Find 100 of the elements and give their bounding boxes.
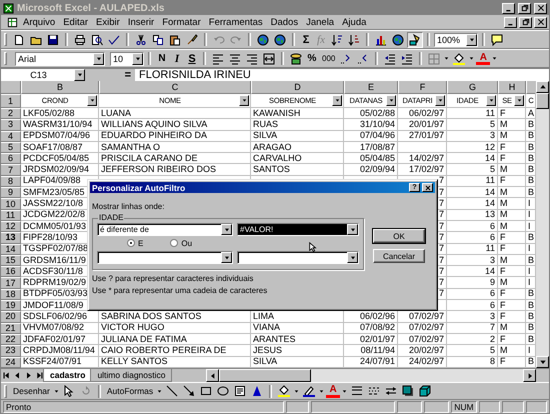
name-box[interactable]: C13 [1,69,85,81]
row-header[interactable]: 24 [1,356,21,368]
row-header[interactable]: 10 [1,198,21,210]
radio-button[interactable] [127,239,135,247]
row-header[interactable]: 16 [1,266,21,278]
row-header[interactable]: 20 [1,311,21,323]
vertical-scrollbar[interactable] [535,81,549,368]
help-icon[interactable] [489,32,505,48]
row-header[interactable]: 7 [1,164,21,176]
filter-dropdown-button[interactable] [514,95,524,106]
globe-icon[interactable] [272,32,288,48]
sheet-tab[interactable]: cadastro [43,369,92,382]
filter-dropdown-button[interactable] [87,95,97,106]
paint-bucket-icon[interactable] [451,50,468,66]
radio-label[interactable]: E [138,238,144,248]
row-header[interactable]: 18 [1,288,21,300]
restore-button[interactable] [518,2,531,14]
arrow-left-icon[interactable] [13,371,22,380]
percent-button[interactable]: % [305,51,319,66]
scroll-thumb[interactable] [219,369,312,382]
filter-dropdown-button[interactable] [486,95,496,106]
draw-menu-button[interactable]: Desenhar [11,384,52,398]
shapes-icon[interactable] [407,32,423,48]
row-header[interactable]: 13 [1,232,21,244]
row-header[interactable]: 17 [1,277,21,289]
value-dropdown[interactable]: #VALOR! [237,223,359,236]
row-header[interactable]: 4 [1,130,21,142]
restore-button[interactable] [519,16,532,28]
column-header[interactable]: H [498,81,526,94]
row-header[interactable]: 6 [1,153,21,164]
row-header[interactable]: 2 [1,108,21,120]
filter-dropdown-button[interactable] [239,95,249,106]
workbook-icon[interactable] [7,16,18,28]
globe-icon[interactable] [390,32,406,48]
row-header[interactable]: 21 [1,322,21,334]
menu-item[interactable]: Ajuda [339,16,370,28]
cancel-button[interactable]: Cancelar [373,249,425,263]
font-size-dropdown[interactable]: 10 [110,52,144,66]
row-header[interactable]: 19 [1,300,21,312]
menu-item[interactable]: Formatar [159,16,204,28]
close-button[interactable] [534,16,547,28]
sheet-tab[interactable]: ultimo diagnostico [90,369,172,382]
merge-center-icon[interactable] [261,50,277,66]
column-header[interactable]: B [21,81,99,94]
column-header[interactable]: F [398,81,447,94]
autosum-button[interactable]: Σ [299,32,313,47]
menu-item[interactable]: Arquivo [20,16,58,28]
row-header[interactable]: 1 [1,94,21,108]
row-header[interactable]: 15 [1,254,21,266]
column-header[interactable]: C [99,81,251,94]
font-color-button[interactable]: A [476,52,490,65]
operator-dropdown[interactable]: é diferente de [97,223,233,236]
bold-button[interactable]: N [155,51,169,66]
operator-dropdown[interactable] [97,251,233,264]
arrow-left-icon[interactable] [208,372,217,380]
menu-item[interactable]: Dados [268,16,302,28]
underline-button[interactable]: S [185,51,199,66]
menu-item[interactable]: Ferramentas [206,16,266,28]
row-header[interactable]: 5 [1,142,21,154]
globe-icon[interactable] [255,32,271,48]
ok-button[interactable]: OK [373,229,425,243]
row-header[interactable]: 23 [1,345,21,357]
arrow-up-icon[interactable] [538,83,546,91]
row-header[interactable]: 12 [1,220,21,232]
autoshapes-menu-button[interactable]: AutoFormas [104,384,156,398]
row-header[interactable]: 22 [1,334,21,346]
row-header[interactable]: 11 [1,210,21,221]
close-button[interactable] [534,2,547,14]
formula-field[interactable]: FLORISNILDA IRINEU [135,69,549,81]
arrow-right-icon[interactable] [24,371,33,380]
row-header[interactable]: 8 [1,176,21,188]
close-button[interactable] [422,183,433,192]
coins-icon[interactable] [288,50,304,66]
menu-item[interactable]: Editar [60,16,92,28]
arrow-right-icon[interactable] [526,372,534,380]
minimize-button[interactable] [504,16,517,28]
arrow-down-icon[interactable] [538,358,546,366]
radio-button[interactable] [170,239,178,247]
scroll-thumb[interactable] [536,93,549,109]
filter-dropdown-button[interactable] [332,95,342,106]
first-arrow-icon[interactable] [2,371,11,380]
zoom-dropdown[interactable]: 100% [434,32,478,46]
row-header[interactable]: 9 [1,187,21,198]
row-header[interactable]: 14 [1,244,21,255]
font-color-button[interactable]: A [326,384,340,398]
menu-item[interactable]: Exibir [93,16,123,28]
menu-item[interactable]: Inserir [124,16,158,28]
radio-label[interactable]: Ou [181,238,192,248]
italic-button[interactable]: I [170,51,184,66]
column-header[interactable]: E [344,81,398,94]
column-header[interactable] [526,81,535,94]
cube-icon[interactable] [417,383,434,399]
column-header[interactable]: D [251,81,344,94]
font-dropdown[interactable]: Arial [15,52,105,66]
filter-dropdown-button[interactable] [386,95,396,106]
menu-item[interactable]: Janela [303,16,338,28]
row-header[interactable]: 3 [1,119,21,131]
paint-bucket-icon[interactable] [276,383,292,399]
filter-dropdown-button[interactable] [435,95,445,106]
last-arrow-icon[interactable] [35,371,44,380]
